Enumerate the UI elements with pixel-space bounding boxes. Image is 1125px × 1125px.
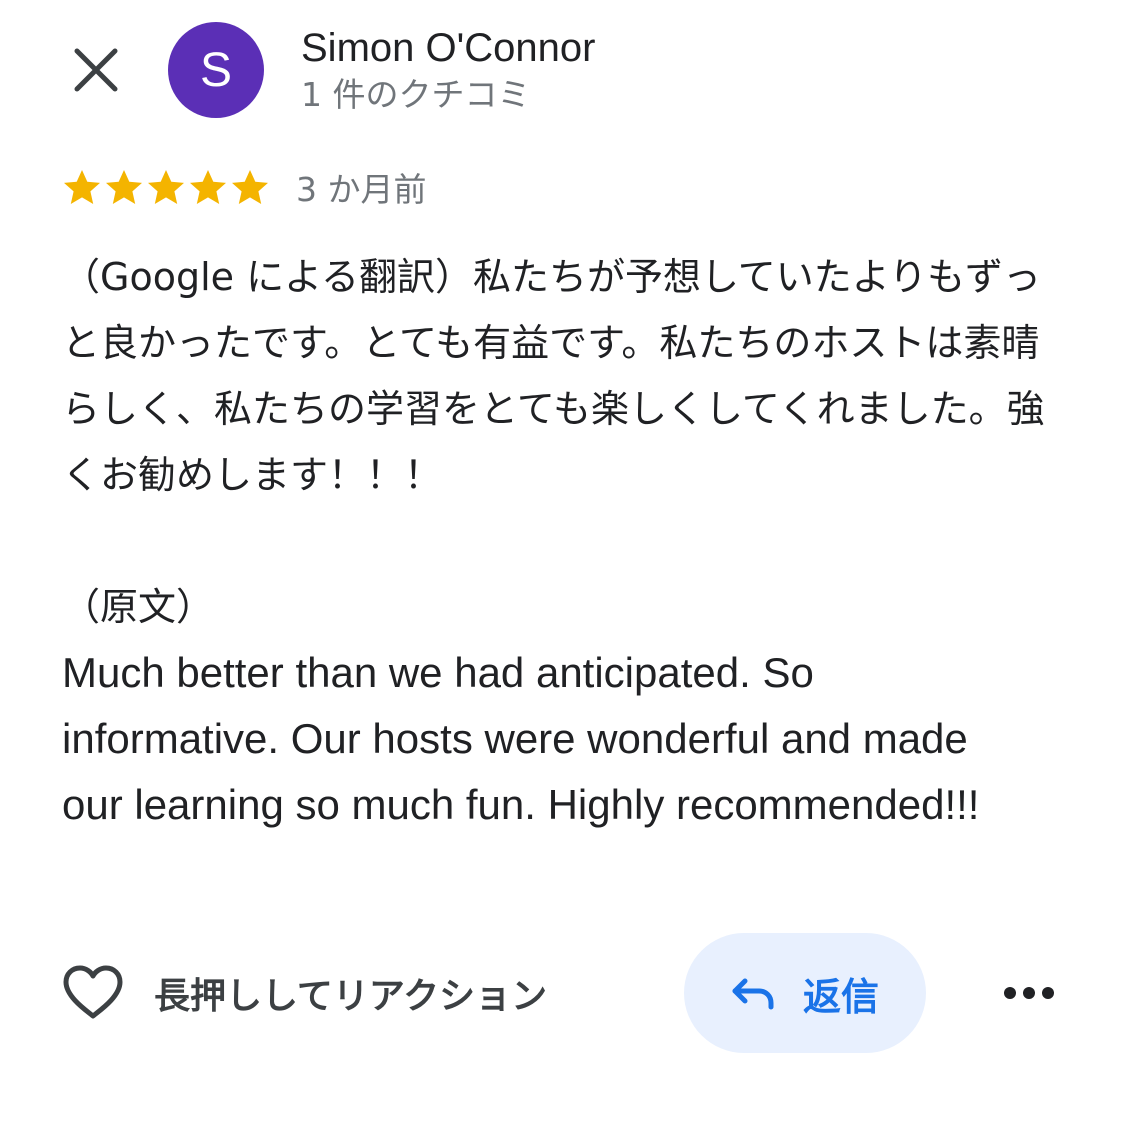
avatar[interactable]: S bbox=[168, 22, 264, 118]
reply-arrow-icon bbox=[732, 978, 774, 1010]
reply-button[interactable]: 返信 bbox=[684, 933, 926, 1053]
reply-label: 返信 bbox=[802, 974, 879, 1019]
heart-outline-icon bbox=[63, 965, 123, 1019]
close-button[interactable] bbox=[64, 38, 128, 102]
star-icon bbox=[232, 170, 268, 204]
review-date: 3 か月前 bbox=[296, 170, 427, 209]
review-count: 1 件のクチコミ bbox=[301, 75, 531, 114]
translated-review-text: （Google による翻訳）私たちが予想していたよりもずっと良かったです。とても… bbox=[62, 255, 1045, 497]
original-text-label: （原文） bbox=[62, 585, 215, 629]
react-button[interactable]: 長押ししてリアクション bbox=[62, 958, 547, 1028]
star-icon bbox=[106, 170, 142, 204]
star-rating bbox=[62, 168, 270, 208]
react-label: 長押ししてリアクション bbox=[154, 976, 548, 1017]
star-icon bbox=[64, 170, 100, 204]
reviewer-name[interactable]: Simon O'Connor bbox=[301, 24, 595, 72]
original-review-text: Much better than we had anticipated. So … bbox=[62, 649, 980, 828]
close-icon bbox=[74, 48, 118, 92]
avatar-initial: S bbox=[199, 43, 232, 97]
star-icon bbox=[148, 170, 184, 204]
star-icon bbox=[190, 170, 226, 204]
review-text: （Google による翻訳）私たちが予想していたよりもずっと良かったです。とても… bbox=[62, 244, 1062, 838]
more-horizontal-icon bbox=[1004, 987, 1054, 999]
more-options-button[interactable] bbox=[996, 968, 1062, 1018]
